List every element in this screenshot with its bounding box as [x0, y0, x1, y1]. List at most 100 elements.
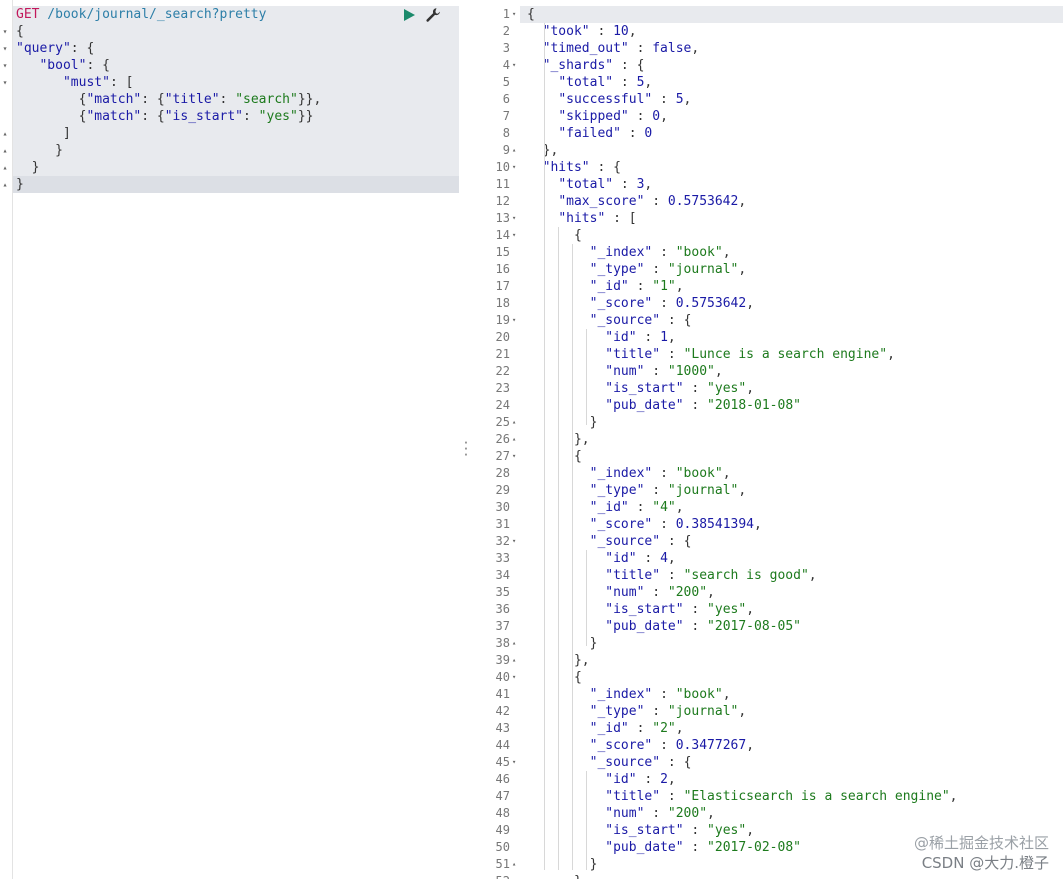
- fold-collapse-icon[interactable]: ▾: [0, 40, 10, 57]
- fold-expand-icon[interactable]: ▴: [512, 142, 520, 159]
- response-line: "is_start" : "yes",: [605, 823, 755, 838]
- http-method: GET: [16, 7, 40, 22]
- fold-expand-icon[interactable]: ▴: [512, 652, 520, 669]
- response-line: "pub_date" : "2017-08-05": [605, 619, 801, 634]
- indent-guide: [544, 23, 545, 870]
- response-line: "_type" : "journal",: [589, 262, 747, 277]
- line-number: 2: [502, 24, 510, 38]
- fold-expand-icon[interactable]: ▴: [0, 142, 10, 159]
- fold-collapse-icon[interactable]: ▾: [512, 669, 520, 686]
- fold-collapse-icon[interactable]: ▾: [512, 57, 520, 74]
- line-number: 46: [495, 772, 510, 786]
- response-line: "_score" : 0.5753642,: [589, 296, 755, 311]
- line-number: 19: [495, 313, 510, 327]
- fold-expand-icon[interactable]: ▴: [512, 635, 520, 652]
- line-number: 49: [495, 823, 510, 837]
- fold-expand-icon[interactable]: ▴: [512, 431, 520, 448]
- line-number: 35: [495, 585, 510, 599]
- response-line: "max_score" : 0.5753642,: [558, 194, 747, 209]
- response-line: "total" : 5,: [558, 75, 653, 90]
- line-number: 38: [495, 636, 510, 650]
- request-body-line[interactable]: }: [16, 142, 63, 159]
- fold-collapse-icon[interactable]: ▾: [512, 227, 520, 244]
- indent-guide: [572, 244, 573, 870]
- response-line: "total" : 3,: [558, 177, 653, 192]
- fold-expand-icon[interactable]: ▴: [512, 414, 520, 431]
- line-number: 29: [495, 483, 510, 497]
- indent-guide: [558, 227, 559, 870]
- response-line: "successful" : 5,: [558, 92, 692, 107]
- fold-collapse-icon[interactable]: ▾: [512, 159, 520, 176]
- response-line: {: [573, 670, 582, 685]
- fold-expand-icon[interactable]: ▴: [0, 159, 10, 176]
- line-number: 52: [472, 873, 510, 879]
- fold-collapse-icon[interactable]: ▾: [0, 23, 10, 40]
- fold-collapse-icon[interactable]: ▾: [512, 6, 520, 23]
- line-number: 12: [495, 194, 510, 208]
- response-line: "_id" : "2",: [589, 721, 684, 736]
- line-number: 44: [495, 738, 510, 752]
- line-number: 43: [495, 721, 510, 735]
- request-editor[interactable]: GET /book/journal/_search?pretty{▾ "query…: [0, 0, 460, 879]
- fold-collapse-icon[interactable]: ▾: [0, 74, 10, 91]
- line-number: 24: [495, 398, 510, 412]
- line-number: 5: [502, 75, 510, 89]
- watermark-line-2: CSDN @大力.橙子: [921, 854, 1049, 872]
- run-request-button[interactable]: [402, 8, 416, 22]
- fold-expand-icon[interactable]: ▴: [0, 176, 10, 193]
- response-line: "_source" : {: [589, 755, 692, 770]
- response-line: "hits" : {: [542, 160, 621, 175]
- response-line: "id" : 2,: [605, 772, 676, 787]
- line-number: 13: [495, 211, 510, 225]
- request-body-line[interactable]: "bool": {: [16, 57, 109, 74]
- response-line: "_score" : 0.38541394,: [589, 517, 762, 532]
- line-number: 17: [495, 279, 510, 293]
- request-body-line[interactable]: }: [16, 159, 40, 176]
- fold-collapse-icon[interactable]: ▾: [512, 448, 520, 465]
- line-number: 26: [495, 432, 510, 446]
- fold-collapse-icon[interactable]: ▾: [512, 533, 520, 550]
- request-body-line[interactable]: "must": [: [16, 74, 133, 91]
- fold-expand-icon[interactable]: ▴: [512, 856, 520, 873]
- wrench-icon[interactable]: [425, 7, 441, 23]
- response-line: "_id" : "4",: [589, 500, 684, 515]
- fold-collapse-icon[interactable]: ▾: [512, 210, 520, 227]
- response-line: "title" : "Lunce is a search engine",: [605, 347, 895, 362]
- line-number: 20: [495, 330, 510, 344]
- response-line: "pub_date" : "2017-02-08": [605, 840, 801, 855]
- response-line: "failed" : 0: [558, 126, 653, 141]
- request-body-line[interactable]: {"match": {"title": "search"}},: [16, 91, 322, 108]
- response-line: "_score" : 0.3477267,: [589, 738, 755, 753]
- line-number: 32: [495, 534, 510, 548]
- response-line: "skipped" : 0,: [558, 109, 668, 124]
- response-line: "_type" : "journal",: [589, 483, 747, 498]
- request-body-line[interactable]: {"match": {"is_start": "yes"}}: [16, 108, 314, 125]
- request-body-line[interactable]: "query": {: [16, 40, 94, 57]
- line-number: 21: [495, 347, 510, 361]
- response-line: "num" : "200",: [605, 585, 715, 600]
- line-number: 7: [502, 109, 510, 123]
- response-line: {: [573, 449, 582, 464]
- response-line: "_id" : "1",: [589, 279, 684, 294]
- line-number: 6: [502, 92, 510, 106]
- response-viewer[interactable]: 1 ▾{2 "took" : 10, 3 "timed_out" : false, 4…: [472, 0, 1063, 879]
- line-number: 39: [495, 653, 510, 667]
- line-number: 23: [495, 381, 510, 395]
- fold-collapse-icon[interactable]: ▾: [0, 57, 10, 74]
- watermark: @稀土掘金技术社区 CSDN @大力.橙子: [914, 833, 1049, 873]
- response-line: "_type" : "journal",: [589, 704, 747, 719]
- request-body-line[interactable]: }: [16, 176, 24, 193]
- fold-expand-icon[interactable]: ▴: [0, 125, 10, 142]
- line-number: 36: [495, 602, 510, 616]
- fold-collapse-icon[interactable]: ▾: [512, 312, 520, 329]
- request-body-line[interactable]: ]: [16, 125, 71, 142]
- line-number: 25: [495, 415, 510, 429]
- response-line: "id" : 4,: [605, 551, 676, 566]
- fold-collapse-icon[interactable]: ▾: [512, 754, 520, 771]
- request-line[interactable]: GET /book/journal/_search?pretty: [16, 6, 266, 23]
- request-url: /book/journal/_search?pretty: [39, 7, 267, 22]
- request-body-line[interactable]: {: [16, 23, 24, 40]
- pane-resize-handle[interactable]: · · ·: [462, 437, 470, 461]
- line-number: 37: [495, 619, 510, 633]
- response-line: "_source" : {: [589, 313, 692, 328]
